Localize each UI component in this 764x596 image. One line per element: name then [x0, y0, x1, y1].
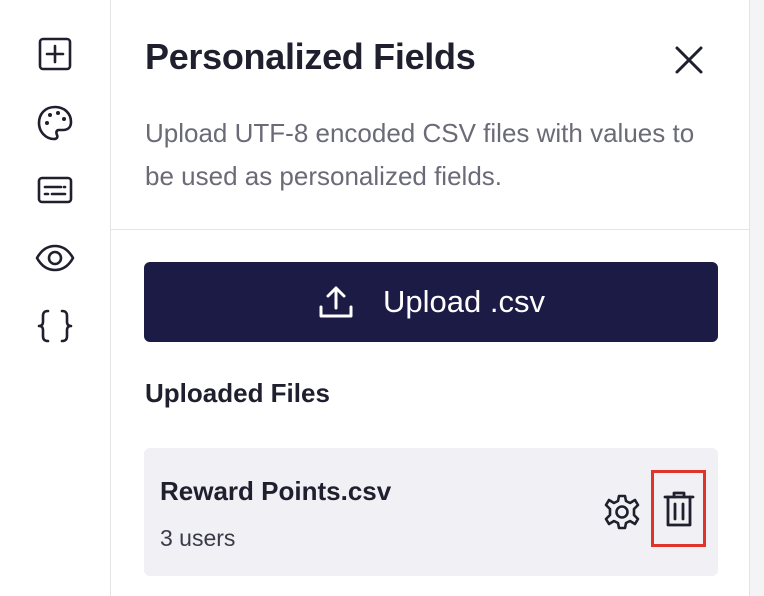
panel-description: Upload UTF-8 encoded CSV files with valu… [145, 118, 695, 191]
theme-button[interactable] [33, 101, 77, 145]
left-toolbar [0, 0, 111, 596]
preview-button[interactable] [33, 236, 77, 280]
palette-icon [37, 105, 73, 141]
upload-icon [319, 286, 353, 318]
file-card: Reward Points.csv 3 users [144, 448, 718, 576]
trash-icon [663, 491, 694, 526]
code-button[interactable] [33, 304, 77, 348]
divider [111, 229, 749, 230]
eye-icon [35, 244, 75, 272]
right-scroll-edge [749, 0, 764, 596]
plus-square-icon [38, 37, 72, 71]
panel-title: Personalized Fields [145, 36, 476, 77]
personalized-fields-panel: Personalized Fields Upload UTF-8 encoded… [111, 0, 749, 596]
text-button[interactable] [33, 168, 77, 212]
curly-braces-icon [37, 309, 73, 343]
close-button[interactable] [667, 38, 711, 82]
file-settings-button[interactable] [600, 490, 644, 534]
close-icon [675, 46, 703, 74]
upload-button-label: Upload .csv [383, 284, 545, 319]
file-name: Reward Points.csv [160, 476, 392, 506]
text-box-icon [37, 176, 73, 204]
delete-file-button[interactable] [651, 470, 706, 547]
gear-icon [604, 494, 640, 530]
upload-csv-button[interactable]: Upload .csv [144, 262, 718, 342]
uploaded-files-heading: Uploaded Files [145, 378, 330, 408]
add-element-button[interactable] [33, 32, 77, 76]
file-user-count: 3 users [160, 525, 236, 551]
